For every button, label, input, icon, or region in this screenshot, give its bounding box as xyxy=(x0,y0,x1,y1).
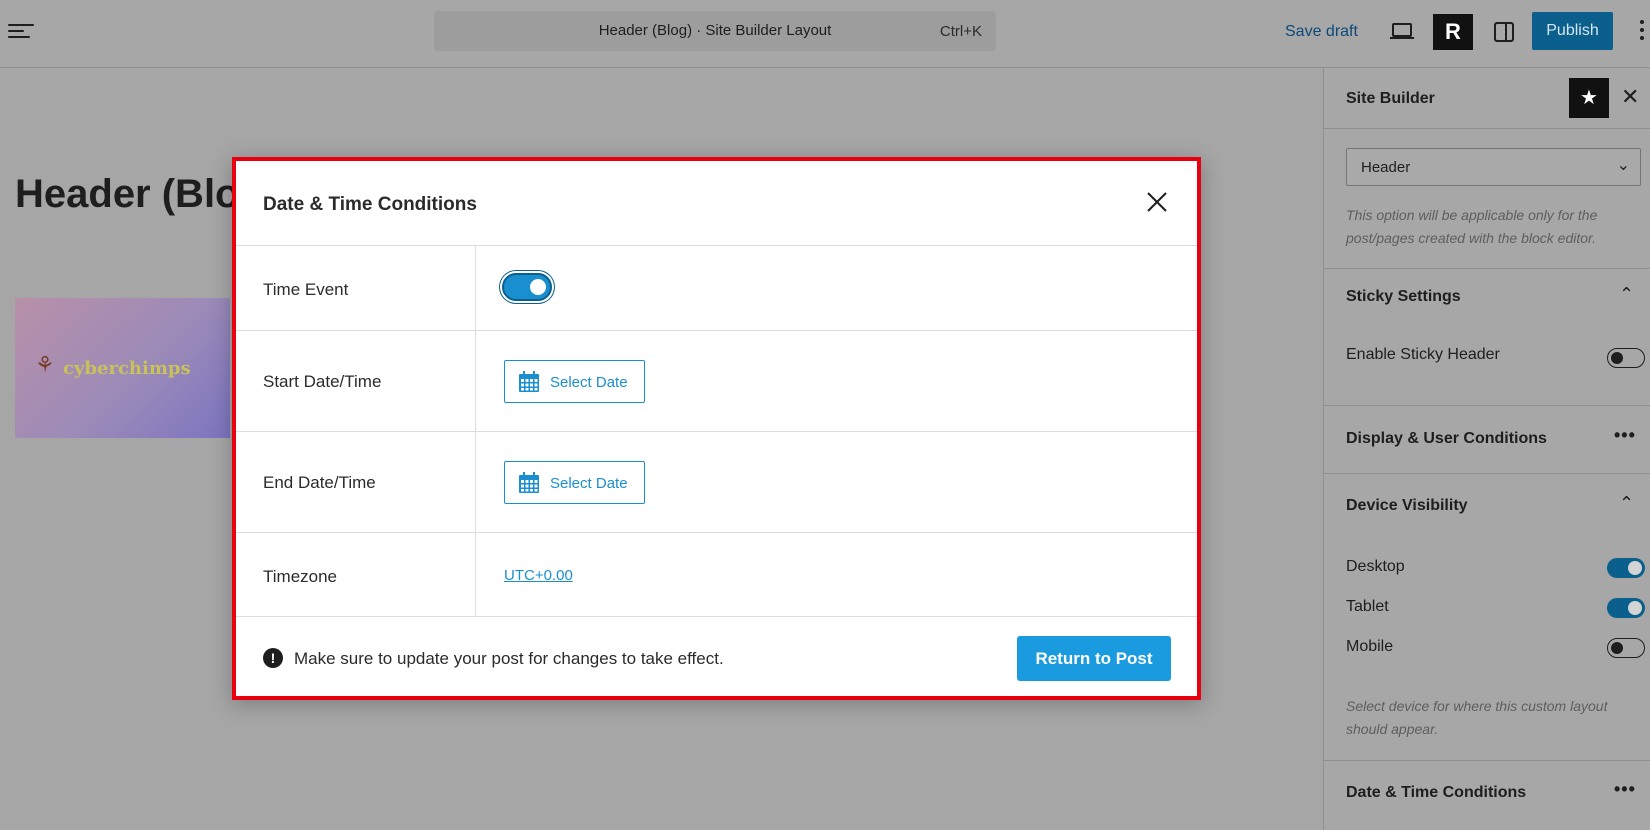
start-select-date-button[interactable]: Select Date xyxy=(504,360,645,403)
command-palette-button[interactable]: Header (Blog) · Site Builder Layout Ctrl… xyxy=(434,11,996,51)
menu-icon[interactable] xyxy=(8,20,34,46)
laptop-icon[interactable] xyxy=(1382,14,1422,50)
sticky-header-toggle[interactable] xyxy=(1607,348,1645,368)
logo-text: cyberchimps xyxy=(63,358,191,379)
publish-button[interactable]: Publish xyxy=(1532,12,1613,50)
datetime-conditions-heading[interactable]: Date & Time Conditions xyxy=(1346,784,1526,802)
start-date-row: Start Date/Time Select Date xyxy=(236,331,1197,432)
device-label-tablet: Tablet xyxy=(1346,598,1389,615)
sticky-settings-heading[interactable]: Sticky Settings xyxy=(1346,288,1461,306)
device-label-desktop: Desktop xyxy=(1346,558,1405,575)
more-options-icon[interactable]: ••• xyxy=(1614,425,1636,446)
display-conditions-heading[interactable]: Display & User Conditions xyxy=(1346,430,1547,448)
datetime-conditions-modal: Date & Time Conditions Time Event Start … xyxy=(232,157,1201,700)
close-icon[interactable]: ✕ xyxy=(1621,86,1639,108)
modal-footer: ! Make sure to update your post for chan… xyxy=(236,617,1197,700)
site-builder-sidebar: Site Builder ★ ✕ Header ⌄ This option wi… xyxy=(1323,68,1650,830)
modal-header: Date & Time Conditions xyxy=(236,161,1197,246)
time-event-row: Time Event xyxy=(236,246,1197,331)
device-label-mobile: Mobile xyxy=(1346,638,1394,655)
end-select-date-button[interactable]: Select Date xyxy=(504,461,645,504)
chevron-down-icon: ⌄ xyxy=(1616,157,1630,174)
time-event-label: Time Event xyxy=(263,280,349,299)
return-to-post-button[interactable]: Return to Post xyxy=(1017,636,1171,681)
divider xyxy=(1324,268,1650,269)
shortcut-hint: Ctrl+K xyxy=(939,23,982,40)
chevron-up-icon[interactable]: ⌃ xyxy=(1619,284,1634,305)
alert-icon: ! xyxy=(263,648,283,668)
time-event-toggle[interactable] xyxy=(502,273,552,301)
layout-help-text: This option will be applicable only for … xyxy=(1346,207,1598,246)
timezone-label: Timezone xyxy=(263,567,338,586)
more-options-icon[interactable] xyxy=(1638,20,1646,44)
timezone-link[interactable]: UTC+0.00 xyxy=(504,567,573,584)
calendar-icon xyxy=(519,371,539,392)
layout-type-select[interactable]: Header ⌄ xyxy=(1346,148,1641,186)
layout-type-value: Header xyxy=(1361,159,1411,176)
calendar-icon xyxy=(519,472,539,493)
logo-image-block[interactable]: ⚘ cyberchimps xyxy=(15,298,230,438)
divider xyxy=(1324,760,1650,761)
start-select-date-label: Select Date xyxy=(550,374,628,391)
close-icon[interactable] xyxy=(1144,189,1170,215)
timezone-row: Timezone UTC+0.00 xyxy=(236,533,1197,617)
page-title[interactable]: Header (Blo xyxy=(15,172,240,217)
star-icon[interactable]: ★ xyxy=(1569,78,1609,118)
modal-title: Date & Time Conditions xyxy=(263,194,477,215)
device-help-text: Select device for where this custom layo… xyxy=(1346,698,1608,737)
r-plugin-button[interactable]: R xyxy=(1433,14,1473,50)
device-visibility-heading[interactable]: Device Visibility xyxy=(1346,497,1468,515)
end-date-label: End Date/Time xyxy=(263,473,376,492)
divider xyxy=(1324,473,1650,474)
end-select-date-label: Select Date xyxy=(550,475,628,492)
end-date-row: End Date/Time Select Date xyxy=(236,432,1197,533)
document-title: Header (Blog) · Site Builder Layout xyxy=(598,22,832,39)
mobile-toggle[interactable] xyxy=(1607,638,1645,658)
tablet-toggle[interactable] xyxy=(1607,598,1645,618)
more-options-icon[interactable]: ••• xyxy=(1614,779,1636,800)
sticky-header-label: Enable Sticky Header xyxy=(1346,346,1500,363)
divider xyxy=(1324,405,1650,406)
desktop-toggle[interactable] xyxy=(1607,558,1645,578)
chevron-up-icon[interactable]: ⌃ xyxy=(1619,493,1634,514)
save-draft-button[interactable]: Save draft xyxy=(1285,23,1358,41)
monkey-icon: ⚘ xyxy=(35,352,55,377)
update-notice: Make sure to update your post for change… xyxy=(294,649,724,668)
settings-panel-icon[interactable] xyxy=(1484,14,1524,50)
start-date-label: Start Date/Time xyxy=(263,372,382,391)
sidebar-header: Site Builder ★ ✕ xyxy=(1324,68,1650,129)
sidebar-title: Site Builder xyxy=(1346,90,1435,107)
editor-top-bar: Header (Blog) · Site Builder Layout Ctrl… xyxy=(0,0,1650,68)
